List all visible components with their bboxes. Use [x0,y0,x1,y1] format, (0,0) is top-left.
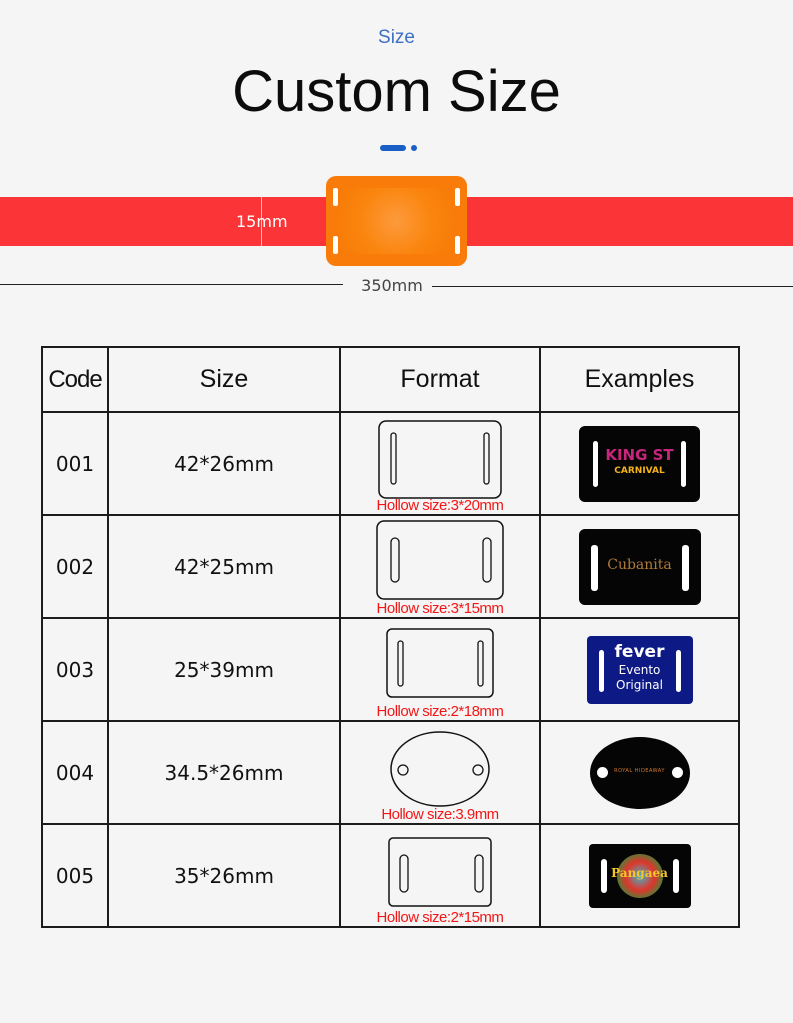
example-tag-image: Pangaea [588,843,691,908]
code-cell: 001 [41,411,109,516]
title-accent-dot [411,145,417,151]
example-cell: Cubanita [539,514,740,619]
buckle-face [340,188,452,254]
example-tag-image: KING ST CARNIVAL [579,425,700,502]
code-cell: 005 [41,823,109,928]
example-cell: KING ST CARNIVAL [539,411,740,516]
header-format: Format [339,346,541,413]
size-cell: 25*39mm [107,617,341,722]
tag-logo-text: Cubanita [607,556,672,573]
size-cell: 42*26mm [107,411,341,516]
table-header-row: Code Size Format Examples [41,346,740,413]
size-cell: 35*26mm [107,823,341,928]
header-size: Size [107,346,341,413]
code-cell: 004 [41,720,109,825]
example-cell: fever Evento Original [539,617,740,722]
buckle-slot [333,236,338,254]
tag-logo-text: ROYAL HIDEAWAY [614,767,665,774]
section-eyebrow: Size [378,27,415,48]
table-row: 003 25*39mm Hollow size:2*18mm fever Eve… [41,617,740,722]
table-row: 004 34.5*26mm Hollow size:3.9mm ROYAL HI… [41,720,740,825]
tag-logo-text: fever [614,641,665,662]
example-tag-image: ROYAL HIDEAWAY [589,736,690,809]
hollow-size-label: Hollow size:3*20mm [376,497,504,514]
hollow-size-label: Hollow size:3*15mm [376,600,504,617]
size-spec-table: Code Size Format Examples 001 42*26mm Ho… [41,346,740,928]
table-row: 005 35*26mm Hollow size:2*15mm Pangaea [41,823,740,928]
length-dimension-line [432,286,793,287]
hollow-size-label: Hollow size:3.9mm [381,806,499,823]
code-cell: 002 [41,514,109,619]
example-tag-image: Cubanita [578,528,701,605]
buckle-slot [333,188,338,206]
title-accent-bar [380,145,406,151]
format-cell: Hollow size:3.9mm [339,720,541,825]
size-cell: 42*25mm [107,514,341,619]
format-cell: Hollow size:3*20mm [339,411,541,516]
table-row: 001 42*26mm Hollow size:3*20mm KING ST C… [41,411,740,516]
page-title: Custom Size [232,59,561,124]
header-code: Code [41,346,109,413]
length-dimension-line [0,284,343,285]
tag-logo-subtext: Evento [618,662,661,677]
tag-logo-subtext: Original [616,677,663,692]
length-dimension-label: 350mm [361,276,423,295]
wristband-buckle [326,176,467,266]
buckle-slot [455,188,460,206]
hollow-size-label: Hollow size:2*15mm [376,909,504,926]
format-cell: Hollow size:2*15mm [339,823,541,928]
example-cell: ROYAL HIDEAWAY [539,720,740,825]
example-tag-image: fever Evento Original [586,635,693,704]
format-cell: Hollow size:3*15mm [339,514,541,619]
buckle-slot [455,236,460,254]
code-cell: 003 [41,617,109,722]
table-row: 002 42*25mm Hollow size:3*15mm Cubanita [41,514,740,619]
format-cell: Hollow size:2*18mm [339,617,541,722]
size-cell: 34.5*26mm [107,720,341,825]
example-cell: Pangaea [539,823,740,928]
width-dimension-label: 15mm [236,212,288,231]
hollow-size-label: Hollow size:2*18mm [376,703,504,720]
tag-logo-text: KING ST [605,445,674,464]
tag-logo-text: Pangaea [611,865,668,880]
tag-logo-subtext: CARNIVAL [614,465,665,476]
header-examples: Examples [539,346,740,413]
